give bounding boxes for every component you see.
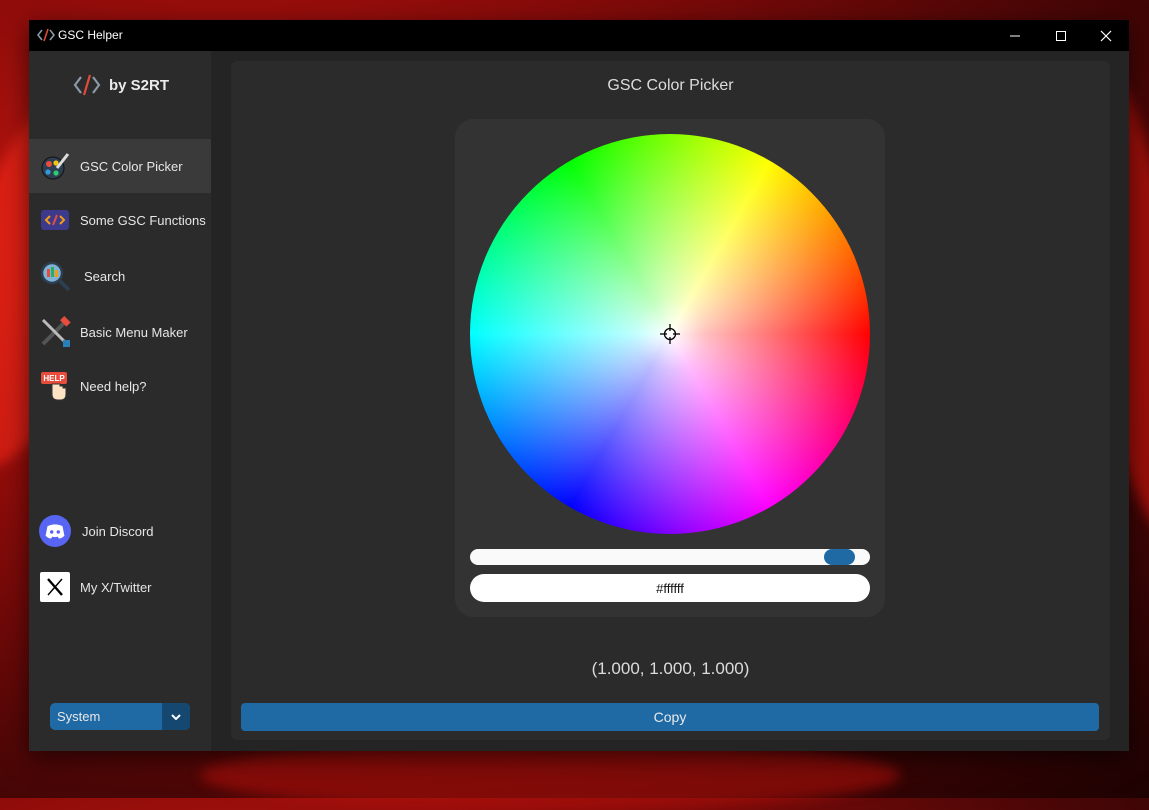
brand-logo: by S2RT bbox=[73, 73, 169, 97]
x-twitter-icon bbox=[39, 571, 71, 603]
rgb-value-text: (1.000, 1.000, 1.000) bbox=[591, 659, 750, 678]
minimize-button[interactable] bbox=[992, 20, 1038, 51]
main-panel: GSC Color Picker (1.000, 1.000, 1.000) C… bbox=[231, 61, 1110, 740]
color-wheel[interactable] bbox=[470, 134, 870, 534]
color-picker-icon bbox=[39, 150, 71, 182]
hex-color-field[interactable] bbox=[470, 574, 870, 602]
sidebar-item-label: GSC Color Picker bbox=[80, 158, 183, 174]
code-brackets-icon bbox=[73, 74, 101, 96]
app-window: GSC Helper by S2RT GSC Color Picker Some… bbox=[29, 20, 1129, 751]
sidebar-item-label: My X/Twitter bbox=[80, 579, 152, 595]
sidebar-item-label: Join Discord bbox=[82, 523, 154, 539]
sidebar-item-help[interactable]: HELP Need help? bbox=[29, 359, 211, 413]
window-title: GSC Helper bbox=[58, 28, 123, 42]
maximize-icon bbox=[1056, 30, 1066, 41]
sidebar-item-search[interactable]: Search bbox=[29, 249, 211, 303]
crosshair-icon[interactable] bbox=[660, 324, 680, 344]
close-icon bbox=[1100, 30, 1112, 41]
theme-select[interactable]: System bbox=[50, 703, 190, 730]
copy-button[interactable]: Copy bbox=[241, 703, 1099, 731]
brand-text: by S2RT bbox=[109, 76, 170, 94]
sidebar-item-label: Need help? bbox=[80, 378, 147, 394]
page-title: GSC Color Picker bbox=[607, 77, 734, 94]
theme-select-value: System bbox=[57, 709, 101, 724]
minimize-icon bbox=[1010, 35, 1020, 36]
color-picker-card bbox=[455, 119, 885, 617]
chevron-down-icon[interactable] bbox=[162, 703, 190, 730]
sidebar-item-gsc-functions[interactable]: Some GSC Functions bbox=[29, 193, 211, 247]
brightness-slider[interactable] bbox=[470, 549, 870, 565]
brightness-slider-handle[interactable] bbox=[824, 549, 855, 565]
discord-icon bbox=[39, 515, 71, 547]
sidebar-item-color-picker[interactable]: GSC Color Picker bbox=[29, 139, 211, 193]
svg-text:HELP: HELP bbox=[43, 374, 65, 383]
sidebar-item-discord[interactable]: Join Discord bbox=[29, 504, 211, 558]
sidebar-item-menu-maker[interactable]: Basic Menu Maker bbox=[29, 305, 211, 359]
sidebar-item-label: Basic Menu Maker bbox=[80, 324, 188, 340]
app-logo-icon bbox=[37, 28, 55, 42]
tools-icon bbox=[39, 316, 71, 348]
sidebar: by S2RT GSC Color Picker Some GSC Functi… bbox=[29, 51, 211, 751]
sidebar-item-label: Search bbox=[84, 268, 126, 284]
help-icon: HELP bbox=[39, 370, 71, 402]
sidebar-item-twitter[interactable]: My X/Twitter bbox=[29, 560, 211, 614]
search-icon bbox=[39, 260, 71, 292]
maximize-button[interactable] bbox=[1038, 20, 1084, 51]
close-button[interactable] bbox=[1083, 20, 1129, 51]
title-bar: GSC Helper bbox=[29, 20, 1129, 51]
sidebar-item-label: Some GSC Functions bbox=[80, 212, 206, 228]
code-icon bbox=[39, 204, 71, 236]
